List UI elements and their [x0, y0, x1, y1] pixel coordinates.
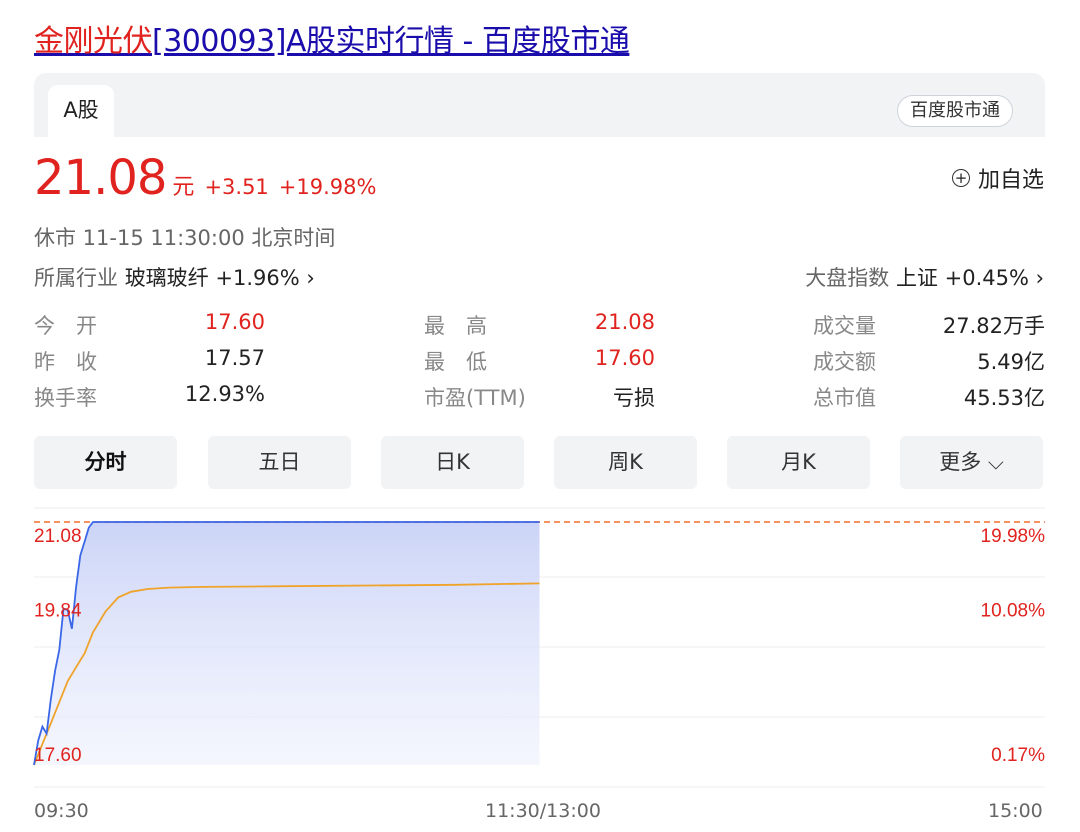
- stat-high-value: 21.08: [594, 310, 655, 334]
- chart-tab-monthly-k[interactable]: 月K: [727, 436, 870, 489]
- stat-amount-value: 5.49亿: [977, 350, 1045, 374]
- add-watchlist-button[interactable]: + 加自选: [951, 162, 1044, 194]
- stat-prev-close-label: 昨 收: [34, 350, 97, 374]
- industry-link[interactable]: 所属行业 玻璃玻纤 +1.96% ›: [34, 262, 315, 292]
- chart-tab-five-day[interactable]: 五日: [208, 436, 351, 489]
- title-rest[interactable]: [300093]A股实时行情 - 百度股市通: [152, 24, 630, 59]
- market-tab-bar: A股 百度股市通: [34, 73, 1045, 139]
- price-change-pct: +19.98%: [278, 175, 377, 199]
- price-row: 21.08 元 +3.51 +19.98%: [34, 148, 376, 208]
- stat-turnover-value: 12.93%: [184, 382, 265, 406]
- chart-tab-more[interactable]: 更多 ⌵: [900, 436, 1043, 489]
- tab-a-share[interactable]: A股: [48, 85, 114, 139]
- stat-pe-value: 亏损: [613, 386, 655, 410]
- price-area-fill: [34, 522, 540, 765]
- price-change: +3.51: [204, 175, 269, 199]
- y-tick-left: 19.84: [34, 601, 82, 622]
- x-tick-close: 15:00: [988, 800, 1043, 822]
- market-index-link[interactable]: 大盘指数 上证 +0.45% ›: [805, 262, 1044, 292]
- x-tick-open: 09:30: [34, 800, 89, 822]
- stat-volume-label: 成交量: [813, 314, 876, 338]
- stat-amount-label: 成交额: [813, 350, 876, 374]
- y-tick-right: 0.17%: [991, 745, 1045, 766]
- stat-volume-value: 27.82万手: [942, 314, 1045, 338]
- chevron-down-icon: ⌵: [981, 450, 1004, 474]
- market-status: 休市 11-15 11:30:00 北京时间: [34, 226, 336, 250]
- stat-low-value: 17.60: [594, 346, 655, 370]
- y-tick-left: 21.08: [34, 526, 82, 547]
- chart-tab-weekly-k[interactable]: 周K: [554, 436, 697, 489]
- title-stock-name[interactable]: 金刚光伏: [34, 24, 153, 59]
- plus-circle-icon: +: [951, 169, 970, 187]
- stat-market-cap-value: 45.53亿: [963, 386, 1045, 410]
- more-label: 更多: [939, 450, 982, 474]
- intraday-chart[interactable]: 21.08 19.84 17.60 19.98% 10.08% 0.17%: [0, 500, 1080, 800]
- stat-prev-close-value: 17.57: [204, 346, 265, 370]
- stat-high-label: 最 高: [424, 314, 487, 338]
- chart-tab-intraday[interactable]: 分时: [34, 436, 177, 489]
- index-value: 上证 +0.45% ›: [895, 266, 1044, 290]
- stat-pe-label: 市盈(TTM): [424, 386, 526, 410]
- y-tick-right: 10.08%: [981, 601, 1046, 622]
- chart-tab-daily-k[interactable]: 日K: [381, 436, 524, 489]
- price-unit: 元: [172, 175, 195, 200]
- x-tick-midday: 11:30/13:00: [485, 800, 601, 822]
- y-tick-right: 19.98%: [981, 526, 1046, 547]
- industry-value: 玻璃玻纤 +1.96% ›: [124, 266, 315, 290]
- current-price: 21.08: [34, 150, 167, 206]
- add-watchlist-label: 加自选: [977, 168, 1044, 193]
- stat-turnover-label: 换手率: [34, 386, 97, 410]
- page-title-link[interactable]: 金刚光伏[300093]A股实时行情 - 百度股市通: [34, 22, 630, 62]
- stat-open-label: 今 开: [34, 314, 97, 338]
- stat-low-label: 最 低: [424, 350, 487, 374]
- index-label: 大盘指数: [805, 266, 890, 290]
- stat-market-cap-label: 总市值: [813, 386, 876, 410]
- industry-label: 所属行业: [34, 266, 118, 290]
- stat-open-value: 17.60: [204, 310, 265, 334]
- source-badge[interactable]: 百度股市通: [897, 95, 1013, 127]
- y-tick-left: 17.60: [34, 745, 82, 766]
